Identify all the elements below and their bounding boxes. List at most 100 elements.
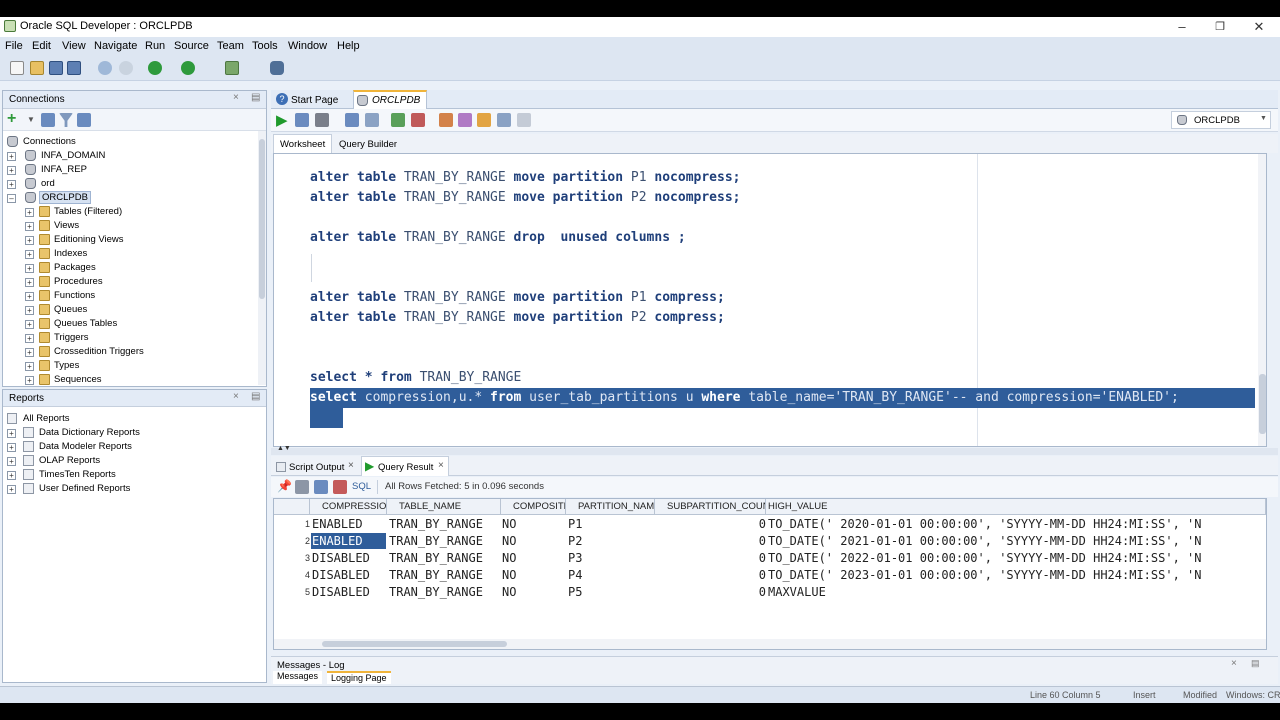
print-icon[interactable] — [295, 480, 309, 494]
sql-button[interactable]: SQL — [352, 481, 371, 492]
sql-editor[interactable]: alter table TRAN_BY_RANGE move partition… — [273, 153, 1267, 447]
refresh-icon[interactable] — [314, 480, 328, 494]
connections-scrollbar[interactable] — [258, 131, 266, 385]
scrollbar-thumb[interactable] — [259, 139, 265, 299]
expand-icon[interactable]: + — [7, 429, 16, 438]
close-panel-icon[interactable]: × — [1231, 658, 1237, 669]
filter-icon[interactable] — [59, 113, 73, 127]
menu-navigate[interactable]: Navigate — [94, 40, 137, 52]
save-all-icon[interactable] — [67, 61, 81, 75]
expand-icon[interactable]: + — [25, 222, 34, 231]
expand-icon[interactable]: + — [7, 166, 16, 175]
expand-icon[interactable]: + — [7, 457, 16, 466]
column-header[interactable]: TABLE_NAME — [387, 499, 501, 515]
cell-compression-selected[interactable]: ENABLED — [311, 533, 386, 549]
expand-icon[interactable]: + — [7, 152, 16, 161]
minimize-panel-icon[interactable]: ▤ — [251, 391, 260, 402]
cell-compression[interactable]: DISABLED — [312, 567, 387, 583]
cell-subpartition-count[interactable]: 0 — [655, 584, 766, 600]
sql-tuning-icon[interactable] — [439, 113, 453, 127]
cell-partition-name[interactable]: P5 — [568, 584, 655, 600]
cell-table-name[interactable]: TRAN_BY_RANGE — [389, 567, 501, 583]
minimize-panel-icon[interactable]: ▤ — [251, 92, 260, 103]
expand-icon[interactable]: + — [25, 236, 34, 245]
binoculars-icon[interactable] — [270, 61, 284, 75]
cell-composite[interactable]: NO — [502, 533, 566, 549]
tab-start-page[interactable]: ? Start Page — [273, 91, 351, 109]
menu-edit[interactable]: Edit — [32, 40, 51, 52]
cell-high-value[interactable]: MAXVALUE — [768, 584, 1255, 600]
editor-scrollbar[interactable] — [1258, 154, 1266, 446]
close-button[interactable]: ✕ — [1247, 18, 1271, 36]
expand-icon[interactable]: + — [25, 362, 34, 371]
chevron-down-icon[interactable]: ▼ — [27, 115, 35, 124]
expand-icon[interactable]: + — [7, 485, 16, 494]
column-header[interactable]: COMPOSITE — [501, 499, 566, 515]
expand-icon[interactable]: + — [25, 264, 34, 273]
column-header[interactable]: COMPRESSION — [310, 499, 387, 515]
collapse-icon[interactable]: – — [7, 194, 16, 203]
menu-window[interactable]: Window — [288, 40, 327, 52]
cell-table-name[interactable]: TRAN_BY_RANGE — [389, 533, 501, 549]
menu-source[interactable]: Source — [174, 40, 209, 52]
cell-subpartition-count[interactable]: 0 — [655, 550, 766, 566]
add-connection-icon[interactable]: + — [7, 110, 16, 128]
cell-high-value[interactable]: TO_DATE(' 2020-01-01 00:00:00', 'SYYYY-M… — [768, 516, 1255, 532]
menu-help[interactable]: Help — [337, 40, 360, 52]
scrollbar-thumb[interactable] — [1259, 374, 1266, 434]
cell-composite[interactable]: NO — [502, 516, 566, 532]
cell-partition-name[interactable]: P1 — [568, 516, 655, 532]
expand-icon[interactable]: + — [25, 208, 34, 217]
splitter[interactable]: ▲▼ — [271, 445, 1278, 455]
history-icon[interactable] — [497, 113, 511, 127]
close-panel-icon[interactable]: × — [233, 92, 239, 103]
expand-icon[interactable]: + — [7, 443, 16, 452]
expand-icon[interactable]: + — [25, 250, 34, 259]
expand-icon[interactable]: + — [25, 320, 34, 329]
restore-button[interactable]: ❐ — [1208, 18, 1232, 36]
cell-table-name[interactable]: TRAN_BY_RANGE — [389, 584, 501, 600]
tab-query-result[interactable]: ▶ Query Result × — [361, 456, 449, 476]
clear-icon[interactable] — [477, 113, 491, 127]
cell-composite[interactable]: NO — [502, 550, 566, 566]
cell-composite[interactable]: NO — [502, 584, 566, 600]
cell-partition-name[interactable]: P2 — [568, 533, 655, 549]
format-icon[interactable] — [458, 113, 472, 127]
expand-icon[interactable]: + — [25, 376, 34, 385]
table-row[interactable]: 1 ENABLED TRAN_BY_RANGE NO P1 0 TO_DATE(… — [274, 516, 1255, 533]
menu-view[interactable]: View — [62, 40, 86, 52]
cell-partition-name[interactable]: P3 — [568, 550, 655, 566]
table-row[interactable]: 5 DISABLED TRAN_BY_RANGE NO P5 0 MAXVALU… — [274, 584, 1255, 601]
open-icon[interactable] — [30, 61, 44, 75]
minimize-button[interactable]: – — [1170, 18, 1194, 36]
cell-subpartition-count[interactable]: 0 — [655, 516, 766, 532]
close-tab-icon[interactable]: × — [348, 460, 354, 471]
schema-browser-icon[interactable] — [77, 113, 91, 127]
tab-worksheet[interactable]: Worksheet — [273, 134, 333, 153]
cell-high-value[interactable]: TO_DATE(' 2022-01-01 00:00:00', 'SYYYY-M… — [768, 550, 1255, 566]
redo-icon[interactable] — [119, 61, 133, 75]
menu-file[interactable]: File — [5, 40, 23, 52]
cell-compression[interactable]: DISABLED — [312, 550, 387, 566]
close-tab-icon[interactable]: × — [438, 460, 444, 471]
undo-icon[interactable] — [98, 61, 112, 75]
table-row[interactable]: 4 DISABLED TRAN_BY_RANGE NO P4 0 TO_DATE… — [274, 567, 1255, 584]
menu-tools[interactable]: Tools — [252, 40, 278, 52]
tab-query-builder[interactable]: Query Builder — [339, 139, 397, 150]
expand-icon[interactable]: + — [7, 471, 16, 480]
refresh-icon[interactable] — [41, 113, 55, 127]
expand-icon[interactable]: + — [25, 306, 34, 315]
sql-worksheet-icon[interactable] — [225, 61, 239, 75]
minimize-panel-icon[interactable]: ▤ — [1251, 658, 1260, 669]
explain-plan-icon[interactable] — [365, 113, 379, 127]
pin-icon[interactable]: 📌 — [277, 479, 292, 493]
back-icon[interactable] — [148, 61, 162, 75]
tab-messages[interactable]: Messages — [273, 671, 323, 684]
column-header[interactable]: HIGH_VALUE — [766, 499, 1266, 515]
grid-horizontal-scrollbar[interactable] — [274, 639, 1266, 649]
cell-high-value[interactable]: TO_DATE(' 2023-01-01 00:00:00', 'SYYYY-M… — [768, 567, 1255, 583]
column-header[interactable]: SUBPARTITION_COUNT — [655, 499, 766, 515]
cell-partition-name[interactable]: P4 — [568, 567, 655, 583]
cell-composite[interactable]: NO — [502, 567, 566, 583]
commit-icon[interactable] — [315, 113, 329, 127]
